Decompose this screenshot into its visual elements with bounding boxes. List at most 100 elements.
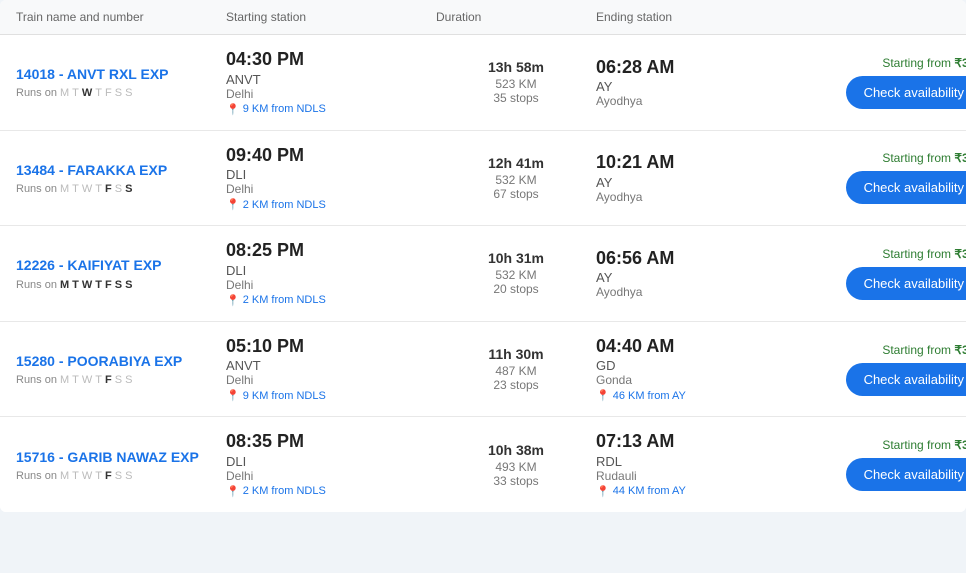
train-info-col: 14018 - ANVT RXL EXP Runs on M T W T F S…	[16, 65, 226, 99]
end-station-col: 06:28 AM AY Ayodhya	[596, 57, 796, 109]
duration-wrapper: 10h 38m 493 KM 33 stops	[436, 442, 596, 488]
runs-on-label: Runs on	[16, 374, 57, 386]
day-label: M	[60, 470, 69, 482]
duration-wrapper: 11h 30m 487 KM 23 stops	[436, 346, 596, 392]
table-row: 12226 - KAIFIYAT EXP Runs on M T W T F S…	[0, 226, 966, 322]
availability-col: Starting from ₹335 Check availability	[796, 438, 966, 491]
end-time: 06:28 AM	[596, 57, 796, 79]
day-label: S	[125, 279, 132, 291]
start-time: 08:25 PM	[226, 240, 436, 262]
day-label: S	[115, 279, 122, 291]
day-label: T	[72, 470, 79, 482]
train-info-col: 13484 - FARAKKA EXP Runs on M T W T F S …	[16, 161, 226, 195]
start-time: 08:35 PM	[226, 431, 436, 453]
start-distance: 📍 2 KM from NDLS	[226, 198, 436, 211]
end-city: Ayodhya	[596, 190, 796, 204]
price-value: ₹335	[954, 438, 966, 452]
table-row: 13484 - FARAKKA EXP Runs on M T W T F S …	[0, 131, 966, 227]
check-availability-button[interactable]: Check availability	[846, 76, 966, 109]
day-label: S	[125, 87, 132, 99]
runs-on-label: Runs on	[16, 470, 57, 482]
day-label: S	[125, 183, 132, 195]
start-distance: 📍 9 KM from NDLS	[226, 103, 436, 116]
header-availability	[796, 10, 966, 24]
end-code: AY	[596, 79, 796, 94]
start-distance: 📍 9 KM from NDLS	[226, 389, 436, 402]
distance-km: 487 KM	[495, 364, 536, 378]
pin-icon: 📍	[226, 485, 240, 498]
start-distance: 📍 2 KM from NDLS	[226, 485, 436, 498]
check-availability-button[interactable]: Check availability	[846, 363, 966, 396]
header-duration: Duration	[436, 10, 596, 24]
end-station-col: 07:13 AM RDL Rudauli 📍 44 KM from AY	[596, 431, 796, 498]
duration-col: 10h 38m 493 KM 33 stops	[436, 442, 596, 488]
day-label: S	[115, 87, 122, 99]
day-label: M	[60, 279, 69, 291]
duration-time: 10h 31m	[488, 250, 544, 266]
start-city: Delhi	[226, 469, 436, 483]
availability-col: Starting from ₹360 Check availability	[796, 56, 966, 109]
runs-on-row: Runs on M T W T F S S	[16, 279, 226, 291]
day-label: T	[95, 279, 102, 291]
end-station-col: 06:56 AM AY Ayodhya	[596, 248, 796, 300]
stops-count: 20 stops	[493, 282, 538, 296]
day-label: W	[82, 279, 92, 291]
train-name[interactable]: 13484 - FARAKKA EXP	[16, 161, 226, 179]
day-label: S	[115, 183, 122, 195]
pin-icon: 📍	[226, 198, 240, 211]
day-label: W	[82, 87, 92, 99]
start-code: ANVT	[226, 72, 436, 87]
availability-col: Starting from ₹340 Check availability	[796, 343, 966, 396]
start-time: 09:40 PM	[226, 145, 436, 167]
end-station-col: 04:40 AM GD Gonda 📍 46 KM from AY	[596, 336, 796, 403]
duration-col: 13h 58m 523 KM 35 stops	[436, 59, 596, 105]
end-code: AY	[596, 270, 796, 285]
day-label: T	[95, 87, 102, 99]
end-distance: 📍 46 KM from AY	[596, 389, 796, 402]
day-label: M	[60, 87, 69, 99]
check-availability-button[interactable]: Check availability	[846, 171, 966, 204]
start-city: Delhi	[226, 87, 436, 101]
header-starting-station: Starting station	[226, 10, 436, 24]
end-time: 10:21 AM	[596, 152, 796, 174]
start-code: ANVT	[226, 358, 436, 373]
day-label: M	[60, 183, 69, 195]
end-code: AY	[596, 175, 796, 190]
pin-icon: 📍	[226, 389, 240, 402]
day-label: S	[115, 374, 122, 386]
duration-time: 11h 30m	[488, 346, 543, 362]
distance-km: 532 KM	[495, 268, 536, 282]
table-header: Train name and number Starting station D…	[0, 0, 966, 35]
header-ending-station: Ending station	[596, 10, 796, 24]
check-availability-button[interactable]: Check availability	[846, 458, 966, 491]
day-label: W	[82, 470, 92, 482]
day-label: T	[95, 374, 102, 386]
end-city: Ayodhya	[596, 285, 796, 299]
train-info-col: 15716 - GARIB NAWAZ EXP Runs on M T W T …	[16, 448, 226, 482]
price-value: ₹390	[954, 247, 966, 261]
table-row: 15716 - GARIB NAWAZ EXP Runs on M T W T …	[0, 417, 966, 512]
start-time: 04:30 PM	[226, 49, 436, 71]
day-label: T	[95, 470, 102, 482]
train-name[interactable]: 12226 - KAIFIYAT EXP	[16, 256, 226, 274]
train-name[interactable]: 15280 - POORABIYA EXP	[16, 352, 226, 370]
runs-on-row: Runs on M T W T F S S	[16, 87, 226, 99]
price-value: ₹360	[954, 151, 966, 165]
price-value: ₹340	[954, 343, 966, 357]
train-name[interactable]: 15716 - GARIB NAWAZ EXP	[16, 448, 226, 466]
duration-time: 10h 38m	[488, 442, 544, 458]
pin-icon: 📍	[596, 485, 610, 498]
start-city: Delhi	[226, 182, 436, 196]
train-name[interactable]: 14018 - ANVT RXL EXP	[16, 65, 226, 83]
runs-on-label: Runs on	[16, 183, 57, 195]
start-code: DLI	[226, 263, 436, 278]
stops-count: 23 stops	[493, 378, 538, 392]
check-availability-button[interactable]: Check availability	[846, 267, 966, 300]
duration-col: 10h 31m 532 KM 20 stops	[436, 250, 596, 296]
end-time: 07:13 AM	[596, 431, 796, 453]
pin-icon: 📍	[596, 389, 610, 402]
end-time: 04:40 AM	[596, 336, 796, 358]
pin-icon: 📍	[226, 103, 240, 116]
price-label: Starting from ₹340	[882, 343, 966, 357]
pin-icon: 📍	[226, 294, 240, 307]
